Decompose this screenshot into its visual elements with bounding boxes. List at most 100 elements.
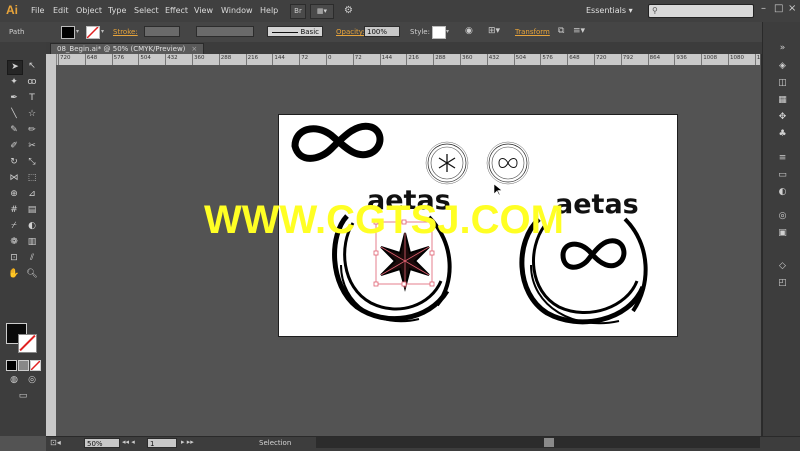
artboard-tool-icon[interactable]: ⊡ [7,252,21,265]
lasso-tool-icon[interactable]: ꝏ [25,76,39,89]
selection-tool-icon[interactable]: ➤ [7,60,23,75]
next-artboard-icon[interactable]: ▸ ▸▸ [181,438,194,446]
graphic-styles-panel-icon[interactable]: ▣ [776,227,789,239]
panel-menu-icon[interactable]: ≡▾ [573,26,585,36]
transform-link[interactable]: Transform [515,28,550,36]
menu-select[interactable]: Select [134,6,159,15]
close-tab-icon[interactable]: × [191,45,197,53]
menu-type[interactable]: Type [108,6,126,15]
chevron-down-icon[interactable]: ▾ [76,28,79,35]
zoom-tool-icon[interactable]: 🔍︎ [25,268,39,281]
ruler-tick [540,54,542,65]
arrange-documents-button[interactable]: ▦▾ [310,4,334,19]
minimize-icon[interactable]: – [761,3,766,14]
align-icon[interactable]: ⊞▾ [488,26,500,36]
previous-artboard-icon[interactable]: ◂◂ ◂ [122,438,135,446]
ruler-label: 576 [542,55,553,61]
zoom-field[interactable]: 50% [84,438,120,448]
artboards-panel-icon[interactable]: ◰ [776,277,789,289]
bridge-button[interactable]: Br [290,4,306,19]
gradient-panel-icon[interactable]: ▭ [776,169,789,181]
chevron-down-icon[interactable]: ▾ [101,28,104,35]
star-tool-icon[interactable]: ☆ [25,108,39,121]
workspace-switcher[interactable]: Essentials ▾ [586,4,638,17]
blob-brush-tool-icon[interactable]: ✐ [7,140,21,153]
ruler-tick [594,54,595,65]
menu-effect[interactable]: Effect [165,6,188,15]
ruler-tick [486,54,488,65]
brush-definition[interactable]: Basic [267,26,323,37]
magic-wand-tool-icon[interactable]: ✦ [7,76,21,89]
menu-object[interactable]: Object [76,6,102,15]
hand-tool-icon[interactable]: ✋ [7,268,21,281]
symbol-sprayer-tool-icon[interactable]: ❁ [7,236,21,249]
free-transform-tool-icon[interactable]: ⬚ [25,172,39,185]
variable-width-profile[interactable] [196,26,254,37]
stroke-panel-icon[interactable]: ≡ [776,152,789,164]
direct-selection-tool-icon[interactable]: ↖ [25,60,39,73]
isolate-group-icon[interactable]: ⧉ [558,26,564,36]
menu-view[interactable]: View [194,6,213,15]
none-mode-icon[interactable] [30,360,41,371]
swatches-panel-icon[interactable]: ▦ [776,94,789,106]
current-tool-status: Selection [259,439,292,447]
pen-tool-icon[interactable]: ✒ [7,92,21,105]
maximize-icon[interactable]: □ [774,3,783,14]
transparency-panel-icon[interactable]: ◐ [776,186,789,198]
gpu-performance-icon[interactable]: ⚙ [344,5,353,16]
symbols-panel-icon[interactable]: ♣ [776,128,789,140]
appearance-panel-icon[interactable]: ◎ [776,210,789,222]
artboard-navigation-icon[interactable]: ⊡◂ [50,438,61,447]
brushes-panel-icon[interactable]: ✥ [776,111,789,123]
slice-tool-icon[interactable]: ⫽ [25,252,39,265]
recolor-artwork-icon[interactable]: ◉ [465,26,473,36]
column-graph-tool-icon[interactable]: ▥ [25,236,39,249]
gradient-tool-icon[interactable]: ▤ [25,204,39,217]
mesh-tool-icon[interactable]: # [7,204,21,217]
menu-window[interactable]: Window [221,6,253,15]
help-search-input[interactable]: ⚲ [648,4,754,18]
stroke-label[interactable]: Stroke: [113,28,138,36]
menu-help[interactable]: Help [260,6,278,15]
stroke-swatch[interactable] [86,26,100,39]
shape-builder-tool-icon[interactable]: ⊕ [7,188,21,201]
draw-normal-icon[interactable]: ◍ [7,374,21,387]
opacity-label[interactable]: Opacity: [336,28,365,36]
horizontal-scroll-thumb[interactable] [544,438,554,447]
layers-panel-icon[interactable]: ◇ [776,260,789,272]
ruler-label: 288 [220,55,232,61]
screen-mode-icon[interactable]: ▭ [16,390,30,403]
draw-behind-icon[interactable]: ◎ [25,374,39,387]
eyedropper-tool-icon[interactable]: ⌿ [7,220,21,233]
perspective-grid-tool-icon[interactable]: ⊿ [25,188,39,201]
width-tool-icon[interactable]: ⋈ [7,172,21,185]
ruler-label: 360 [462,55,473,61]
color-guide-icon[interactable]: ◫ [776,77,789,89]
menu-edit[interactable]: Edit [53,6,69,15]
scissors-tool-icon[interactable]: ✂ [25,140,39,153]
menu-file[interactable]: File [31,6,44,15]
artboard-number-field[interactable]: 1 [147,438,177,448]
no-color-icon [30,360,41,371]
ruler-tick [218,54,220,65]
type-tool-icon[interactable]: T [25,92,39,105]
stroke-color-box[interactable] [18,334,37,353]
line-tool-icon[interactable]: ╲ [7,108,21,121]
graphic-style-swatch[interactable] [432,26,446,39]
gradient-mode-icon[interactable] [18,360,29,371]
paintbrush-tool-icon[interactable]: ✎ [7,124,21,137]
scale-tool-icon[interactable]: ⤡ [25,156,39,169]
fill-swatch[interactable] [61,26,75,39]
ruler-tick [138,54,140,65]
rotate-tool-icon[interactable]: ↻ [7,156,21,169]
blend-tool-icon[interactable]: ◐ [25,220,39,233]
close-icon[interactable]: × [788,3,796,14]
horizontal-scrollbar[interactable] [316,437,760,448]
pencil-tool-icon[interactable]: ✏ [25,124,39,137]
ruler-label: 720 [596,55,607,61]
stroke-weight-field[interactable] [144,26,180,37]
color-mode-icon[interactable] [6,360,17,371]
opacity-field[interactable]: 100% [364,26,400,37]
chevron-down-icon[interactable]: ▾ [446,28,449,35]
color-panel-icon[interactable]: ◈ [776,60,789,72]
